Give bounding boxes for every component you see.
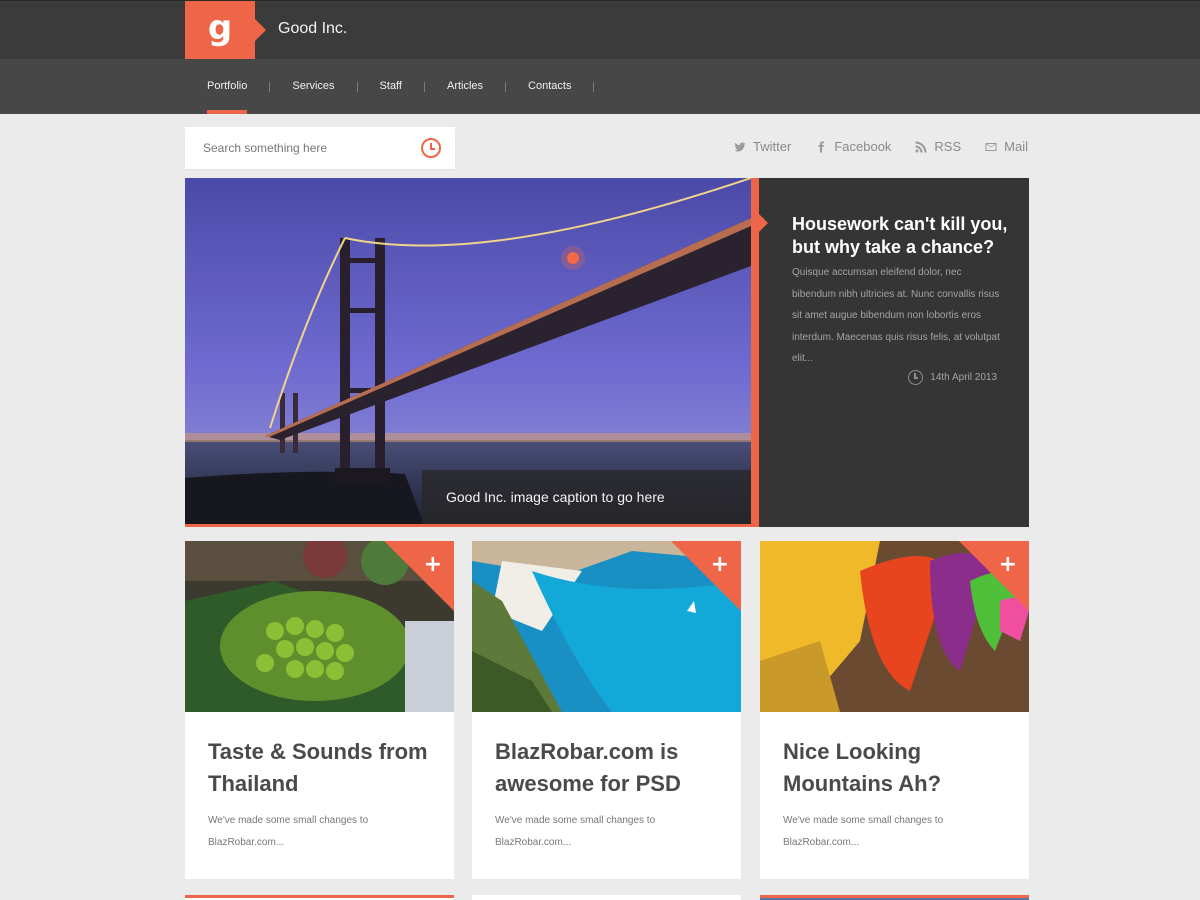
- next-card-peek: [472, 895, 741, 900]
- main-nav: Portfolio Services Staff Articles Contac…: [185, 59, 595, 114]
- expand-button[interactable]: [959, 541, 1029, 611]
- twitter-link[interactable]: Twitter: [734, 139, 791, 154]
- hero-title[interactable]: Housework can't kill you, but why take a…: [792, 213, 1012, 259]
- twitter-icon: [734, 142, 746, 151]
- brand-name[interactable]: Good Inc.: [278, 20, 347, 38]
- logo[interactable]: g: [185, 1, 266, 60]
- card-mountains[interactable]: + Nice Looking Mountains Ah? We've made …: [760, 541, 1029, 879]
- top-bar: g Good Inc.: [0, 0, 1200, 60]
- nav-item-contacts[interactable]: Contacts: [506, 59, 593, 114]
- search-box: [185, 127, 455, 169]
- clock-icon: [908, 370, 924, 385]
- facebook-label: Facebook: [834, 139, 892, 154]
- rss-link[interactable]: RSS: [915, 139, 961, 154]
- hero-accent-bar: [751, 178, 759, 527]
- hero-date: 14th April 2013: [908, 370, 997, 385]
- nav-item-services[interactable]: Services: [270, 59, 356, 114]
- hero-date-text: 14th April 2013: [930, 372, 997, 383]
- card-title[interactable]: Taste & Sounds from Thailand: [208, 736, 443, 800]
- plus-icon: +: [423, 552, 442, 577]
- hero-excerpt: Quisque accumsan eleifend dolor, nec bib…: [792, 267, 1000, 364]
- search-input[interactable]: [185, 127, 415, 169]
- nav-item-staff[interactable]: Staff: [358, 59, 424, 114]
- facebook-link[interactable]: Facebook: [815, 139, 891, 154]
- expand-button[interactable]: [671, 541, 741, 611]
- card-excerpt: We've made some small changes to BlazRob…: [208, 815, 369, 848]
- mail-link[interactable]: Mail: [985, 139, 1028, 154]
- card-title[interactable]: BlazRobar.com is awesome for PSD: [495, 736, 730, 800]
- card-excerpt: We've made some small changes to BlazRob…: [495, 815, 656, 848]
- card-thailand[interactable]: + Taste & Sounds from Thailand We've mad…: [185, 541, 454, 879]
- clock-icon[interactable]: [421, 138, 441, 158]
- facebook-icon: [818, 141, 825, 152]
- nav-divider: [593, 81, 595, 92]
- next-card-peek: [185, 895, 454, 900]
- hero-panel: Housework can't kill you, but why take a…: [759, 178, 1029, 527]
- nav-item-portfolio[interactable]: Portfolio: [185, 59, 269, 114]
- plus-icon: +: [710, 552, 729, 577]
- card-excerpt: We've made some small changes to BlazRob…: [783, 815, 944, 848]
- rss-label: RSS: [934, 139, 962, 154]
- nav-bar: Portfolio Services Staff Articles Contac…: [0, 59, 1200, 114]
- mail-label: Mail: [1004, 139, 1028, 154]
- hero-bottom-line: [185, 524, 751, 527]
- rss-icon: [915, 141, 927, 152]
- twitter-label: Twitter: [753, 139, 792, 154]
- nav-item-articles[interactable]: Articles: [425, 59, 505, 114]
- logo-letter: g: [207, 7, 233, 48]
- social-links: Twitter Facebook RSS Mail: [734, 139, 1028, 154]
- mail-icon: [985, 142, 997, 151]
- expand-button[interactable]: [384, 541, 454, 611]
- plus-icon: +: [998, 552, 1017, 577]
- next-card-peek: [760, 895, 1029, 900]
- card-blazrobar[interactable]: + BlazRobar.com is awesome for PSD We've…: [472, 541, 741, 879]
- card-title[interactable]: Nice Looking Mountains Ah?: [783, 736, 1018, 800]
- image-caption: Good Inc. image caption to go here: [422, 470, 751, 524]
